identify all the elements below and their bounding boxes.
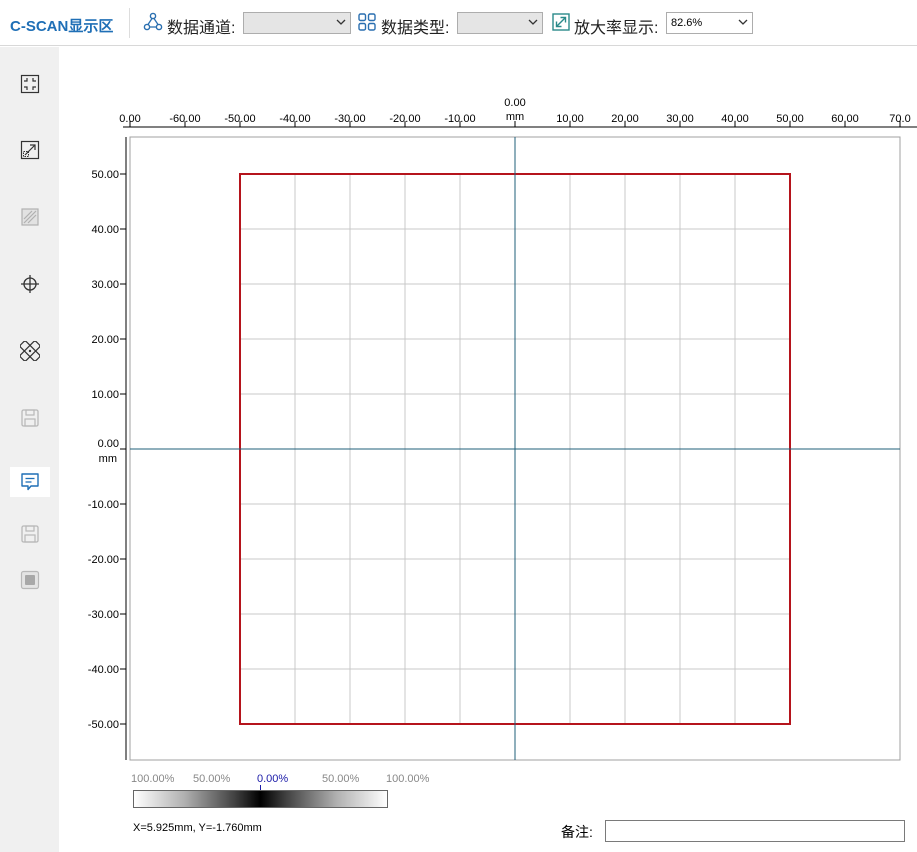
note-label: 备注: bbox=[561, 824, 593, 840]
x-tick-label: 0.00 bbox=[504, 97, 525, 109]
x-tick-label: -40.00 bbox=[279, 113, 310, 125]
y-tick-label: -40.00 bbox=[88, 664, 119, 676]
x-tick-label: -50.00 bbox=[224, 113, 255, 125]
x-axis-unit: mm bbox=[506, 111, 524, 123]
data-type-label: 数据类型: bbox=[381, 20, 450, 37]
grayscale-colorbar[interactable] bbox=[133, 790, 388, 808]
note-input[interactable] bbox=[605, 820, 905, 842]
expand-button[interactable] bbox=[10, 135, 50, 165]
x-tick-label: 40.00 bbox=[721, 113, 749, 125]
toolbar-divider bbox=[129, 8, 130, 38]
zoom-select-value: 82.6% bbox=[671, 17, 703, 29]
pattern-fill-button[interactable] bbox=[10, 336, 50, 366]
x-axis: 0.00 -60.00 -50.00 -40.00 -30.00 -20.00 -10.00… bbox=[119, 97, 917, 128]
crosshair-icon bbox=[21, 275, 39, 293]
colorbar-label-right-max: 100.00% bbox=[386, 773, 430, 785]
x-tick-label: -10.00 bbox=[444, 113, 475, 125]
save-icon bbox=[21, 409, 39, 427]
y-tick-label: 10.00 bbox=[91, 389, 119, 401]
y-tick-label: -10.00 bbox=[88, 499, 119, 511]
fit-view-icon bbox=[20, 74, 40, 94]
cscan-display-area: 0.00 -60.00 -50.00 -40.00 -30.00 -20.00 -10.00… bbox=[59, 47, 917, 852]
y-tick-label: 30.00 bbox=[91, 279, 119, 291]
y-tick-label: -30.00 bbox=[88, 609, 119, 621]
image-icon bbox=[20, 570, 40, 590]
y-tick-label: 0.00 bbox=[98, 438, 119, 450]
chevron-down-icon bbox=[336, 19, 346, 25]
y-axis: 50.00 40.00 30.00 20.00 10.00 0.00 -10.00 -20.0… bbox=[88, 137, 127, 760]
cscan-plot[interactable]: 0.00 -60.00 -50.00 -40.00 -30.00 -20.00 -10.00… bbox=[59, 47, 917, 767]
save-as-icon bbox=[21, 525, 39, 543]
zoom-select[interactable]: 82.6% bbox=[666, 12, 753, 34]
colorbar-label-left-mid: 50.00% bbox=[193, 773, 231, 785]
x-tick-label: 60.00 bbox=[831, 113, 859, 125]
save-as-button[interactable] bbox=[10, 519, 50, 549]
x-tick-label: 30.00 bbox=[666, 113, 694, 125]
x-tick-label: 50.00 bbox=[776, 113, 804, 125]
x-tick-label: 70.0 bbox=[889, 113, 910, 125]
toolbar: C-SCAN显示区 数据通道: 数据类型: 放大率显示: 82.6% bbox=[0, 0, 917, 46]
y-axis-unit: mm bbox=[99, 453, 117, 465]
tool-sidebar bbox=[0, 47, 59, 852]
y-tick-label: -20.00 bbox=[88, 554, 119, 566]
hatch-fill-icon bbox=[21, 208, 39, 226]
x-tick-label: -20.00 bbox=[389, 113, 420, 125]
x-tick-label: -60.00 bbox=[169, 113, 200, 125]
comment-icon bbox=[21, 473, 39, 491]
colorbar-label-center: 0.00% bbox=[257, 773, 289, 785]
channel-label: 数据通道: bbox=[167, 20, 236, 37]
colorbar-label-left-max: 100.00% bbox=[131, 773, 175, 785]
comment-button[interactable] bbox=[10, 467, 50, 497]
cursor-coordinates: X=5.925mm, Y=-1.760mm bbox=[133, 822, 262, 834]
fit-view-button[interactable] bbox=[10, 69, 50, 99]
data-type-icon bbox=[358, 13, 376, 31]
x-tick-label: 20.00 bbox=[611, 113, 639, 125]
export-image-button[interactable] bbox=[10, 565, 50, 595]
y-tick-label: 20.00 bbox=[91, 334, 119, 346]
x-tick-label: 0.00 bbox=[119, 113, 140, 125]
x-tick-label: 10.00 bbox=[556, 113, 584, 125]
expand-icon bbox=[20, 140, 40, 160]
channel-select[interactable] bbox=[243, 12, 351, 34]
y-tick-label: 50.00 bbox=[91, 169, 119, 181]
save-button[interactable] bbox=[10, 403, 50, 433]
hatch-fill-button[interactable] bbox=[10, 202, 50, 232]
zoom-label: 放大率显示: bbox=[574, 20, 659, 37]
x-tick-label: -30.00 bbox=[334, 113, 365, 125]
y-tick-label: 40.00 bbox=[91, 224, 119, 236]
data-type-select[interactable] bbox=[457, 12, 543, 34]
panel-title: C-SCAN显示区 bbox=[10, 18, 114, 35]
chevron-down-icon bbox=[738, 19, 748, 25]
colorbar-label-right-mid: 50.00% bbox=[322, 773, 360, 785]
y-tick-label: -50.00 bbox=[88, 719, 119, 731]
crosshair-button[interactable] bbox=[10, 269, 50, 299]
zoom-icon bbox=[552, 13, 570, 31]
chevron-down-icon bbox=[528, 19, 538, 25]
channel-icon bbox=[143, 12, 163, 31]
pattern-fill-icon bbox=[20, 341, 40, 361]
